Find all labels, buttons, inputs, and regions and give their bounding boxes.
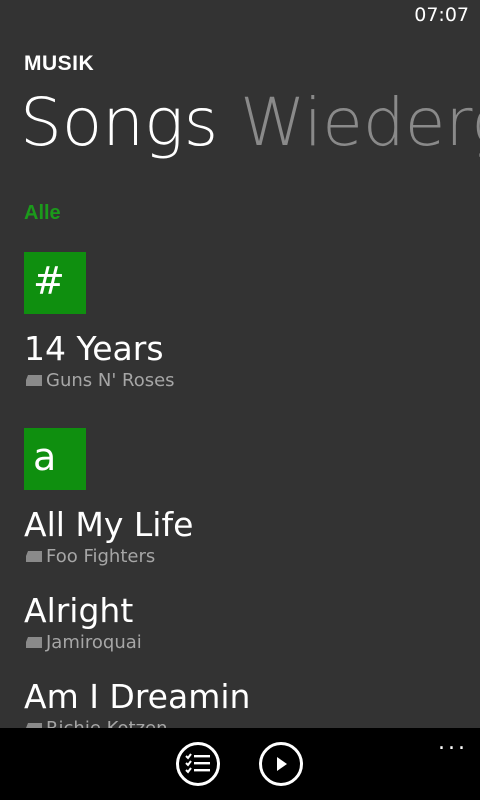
- artist-name: Foo Fighters: [46, 546, 156, 567]
- artist-icon: [26, 374, 42, 386]
- song-list[interactable]: MUSIK Songs Wiederg Alle # 14 Years Guns …: [0, 0, 480, 728]
- artist-icon: [26, 636, 42, 648]
- song-artist: Richie Kotzen: [24, 718, 480, 728]
- song-artist: Guns N' Roses: [24, 370, 480, 391]
- pivot-header: Songs Wiederg: [20, 80, 480, 166]
- play-icon: [277, 757, 287, 771]
- list-item[interactable]: Am I Dreamin Richie Kotzen: [24, 677, 480, 728]
- song-title: Alright: [24, 591, 134, 630]
- song-title: Am I Dreamin: [24, 677, 251, 716]
- play-button[interactable]: [259, 742, 303, 786]
- group-tile-hash[interactable]: #: [24, 252, 86, 314]
- pivot-tab-next[interactable]: Wiederg: [240, 80, 480, 166]
- artist-name: Richie Kotzen: [46, 718, 168, 728]
- artist-icon: [26, 550, 42, 562]
- artist-name: Guns N' Roses: [46, 370, 175, 391]
- song-artist: Foo Fighters: [24, 546, 480, 567]
- playlist-icon: [185, 753, 210, 774]
- filter-all[interactable]: Alle: [24, 202, 61, 225]
- group-tile-a[interactable]: a: [24, 428, 86, 490]
- more-button[interactable]: ...: [438, 732, 468, 754]
- artist-name: Jamiroquai: [46, 632, 142, 653]
- pivot-tab-songs[interactable]: Songs: [20, 80, 218, 166]
- app-title: MUSIK: [24, 52, 95, 75]
- playlist-button[interactable]: [176, 742, 220, 786]
- list-item[interactable]: All My Life Foo Fighters: [24, 505, 480, 567]
- song-title: 14 Years: [24, 329, 164, 368]
- list-item[interactable]: Alright Jamiroquai: [24, 591, 480, 653]
- app-bar: ...: [0, 728, 480, 800]
- list-item[interactable]: 14 Years Guns N' Roses: [24, 329, 480, 391]
- song-artist: Jamiroquai: [24, 632, 480, 653]
- song-title: All My Life: [24, 505, 194, 544]
